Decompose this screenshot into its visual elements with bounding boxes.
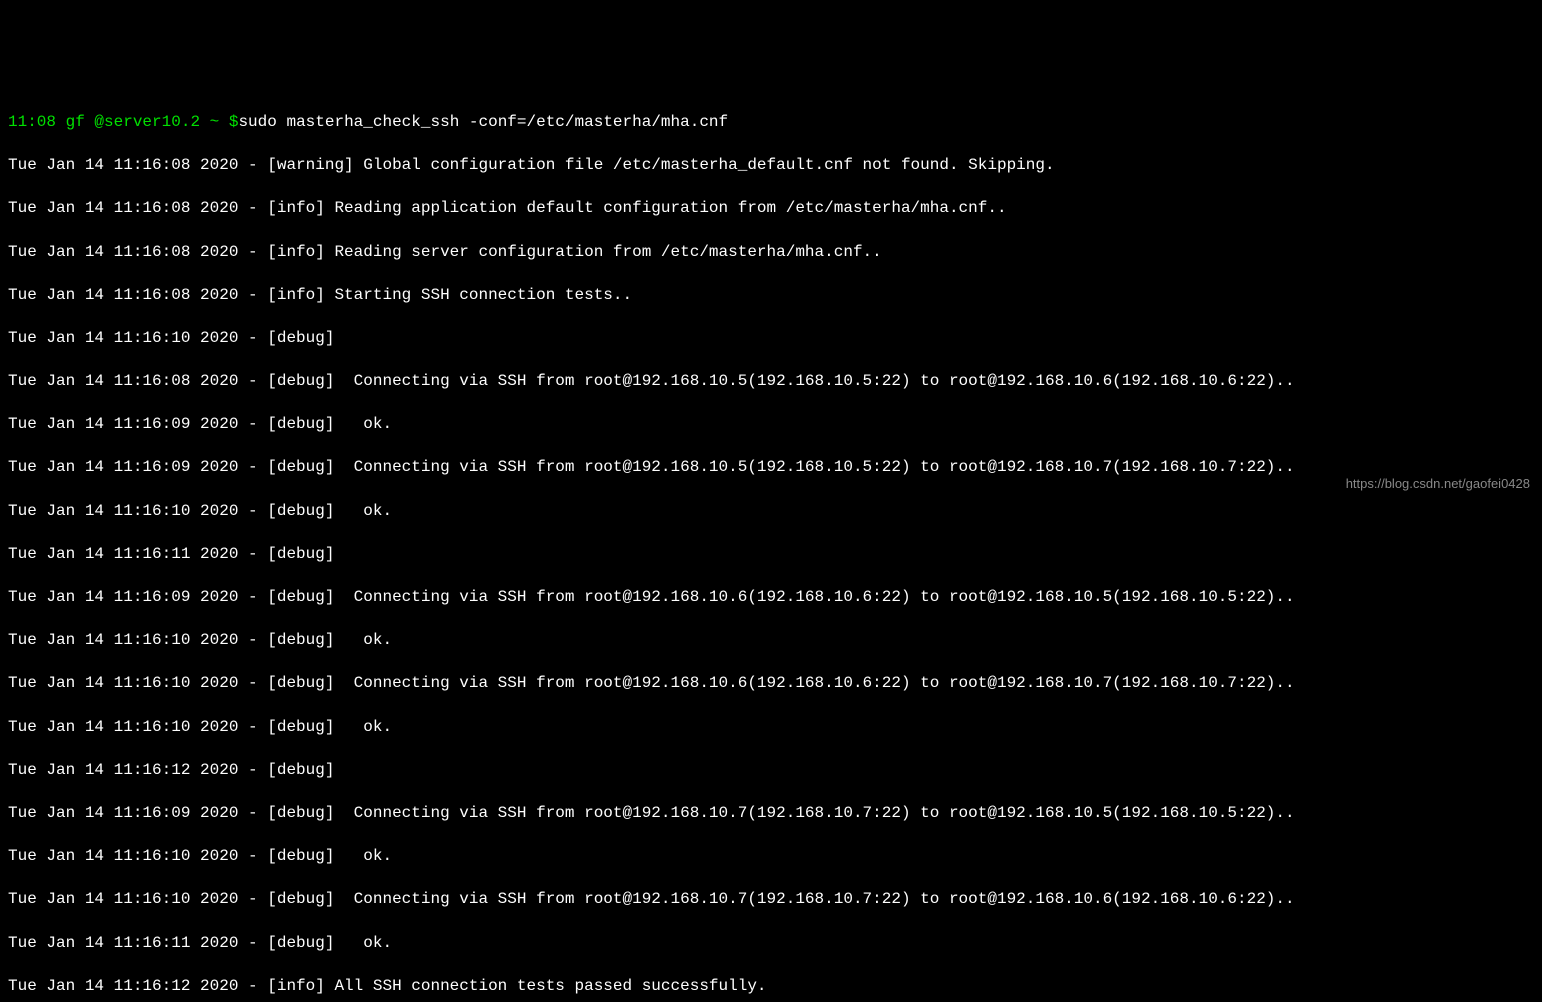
log-line: Tue Jan 14 11:16:10 2020 - [debug] xyxy=(8,328,1534,350)
log-line: Tue Jan 14 11:16:08 2020 - [info] Readin… xyxy=(8,198,1534,220)
log-line: Tue Jan 14 11:16:10 2020 - [debug] ok. xyxy=(8,717,1534,739)
prompt-line-1: 11:08 gf @server10.2 ~ $sudo masterha_ch… xyxy=(8,112,1534,134)
log-line: Tue Jan 14 11:16:10 2020 - [debug] Conne… xyxy=(8,889,1534,911)
terminal-output[interactable]: 11:08 gf @server10.2 ~ $sudo masterha_ch… xyxy=(8,90,1534,1002)
prompt-user-host: gf @server10.2 ~ xyxy=(56,113,229,131)
log-line: Tue Jan 14 11:16:10 2020 - [debug] ok. xyxy=(8,846,1534,868)
watermark-text: https://blog.csdn.net/gaofei0428 xyxy=(1346,475,1530,493)
log-line: Tue Jan 14 11:16:08 2020 - [debug] Conne… xyxy=(8,371,1534,393)
log-line: Tue Jan 14 11:16:10 2020 - [debug] ok. xyxy=(8,501,1534,523)
log-line: Tue Jan 14 11:16:09 2020 - [debug] ok. xyxy=(8,414,1534,436)
log-line: Tue Jan 14 11:16:09 2020 - [debug] Conne… xyxy=(8,457,1534,479)
log-line: Tue Jan 14 11:16:09 2020 - [debug] Conne… xyxy=(8,803,1534,825)
log-line: Tue Jan 14 11:16:10 2020 - [debug] Conne… xyxy=(8,673,1534,695)
prompt-time: 11:08 xyxy=(8,113,56,131)
log-line: Tue Jan 14 11:16:11 2020 - [debug] xyxy=(8,544,1534,566)
log-line: Tue Jan 14 11:16:08 2020 - [warning] Glo… xyxy=(8,155,1534,177)
prompt-dollar: $ xyxy=(229,113,239,131)
log-line: Tue Jan 14 11:16:09 2020 - [debug] Conne… xyxy=(8,587,1534,609)
log-line: Tue Jan 14 11:16:10 2020 - [debug] ok. xyxy=(8,630,1534,652)
log-line: Tue Jan 14 11:16:12 2020 - [info] All SS… xyxy=(8,976,1534,998)
log-line: Tue Jan 14 11:16:12 2020 - [debug] xyxy=(8,760,1534,782)
log-line: Tue Jan 14 11:16:08 2020 - [info] Starti… xyxy=(8,285,1534,307)
log-line: Tue Jan 14 11:16:08 2020 - [info] Readin… xyxy=(8,242,1534,264)
command-text: sudo masterha_check_ssh -conf=/etc/maste… xyxy=(238,113,728,131)
log-line: Tue Jan 14 11:16:11 2020 - [debug] ok. xyxy=(8,933,1534,955)
